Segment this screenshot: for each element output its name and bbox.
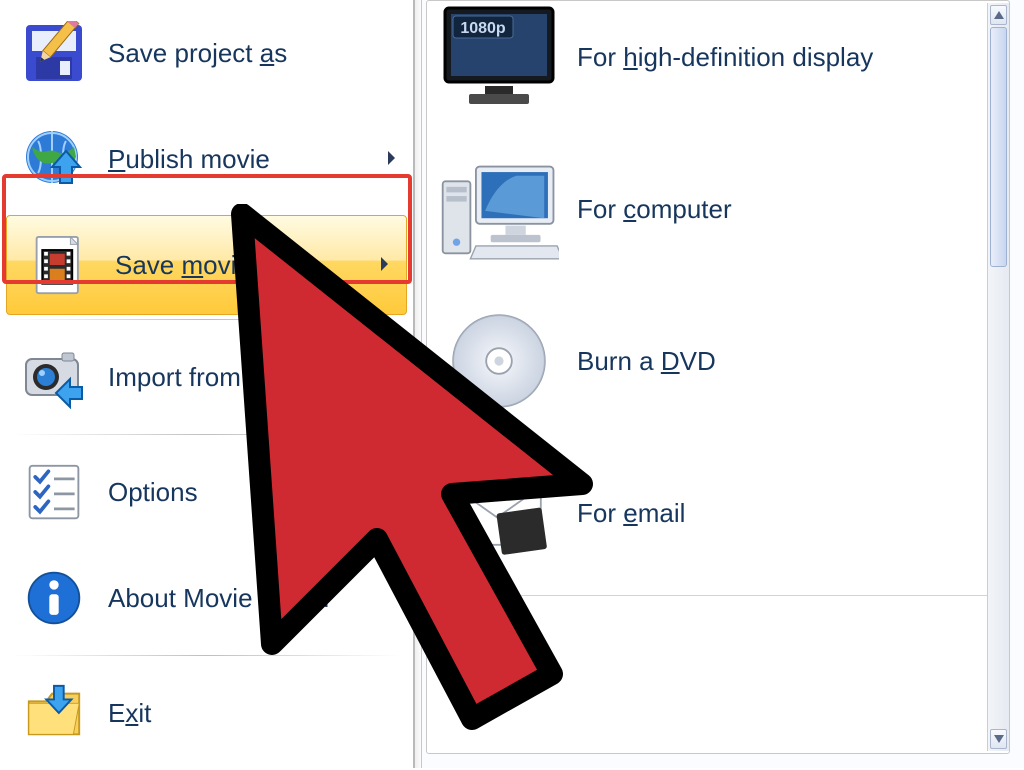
globe-up-icon <box>18 123 90 195</box>
submenu-item-email[interactable]: For email <box>427 437 1009 589</box>
scroll-thumb[interactable] <box>990 27 1007 267</box>
submenu-separator <box>437 595 999 596</box>
computer-icon <box>439 154 559 264</box>
submenu-item-label: Burn a DVD <box>577 346 716 377</box>
submenu-arrow-icon <box>380 256 392 274</box>
scroll-up-button[interactable] <box>990 5 1007 25</box>
folder-exit-icon <box>18 677 90 749</box>
menu-item-label: Save movie <box>115 250 380 281</box>
film-doc-icon <box>25 229 97 301</box>
submenu-item-burn-dvd[interactable]: Burn a DVD <box>427 285 1009 437</box>
menu-item-save-project-as[interactable]: Save project as <box>0 0 413 106</box>
submenu-scrollbar[interactable] <box>987 3 1009 751</box>
submenu-item-hd-display[interactable]: 1080p For high-definition display <box>427 0 1009 133</box>
menu-item-label: Exit <box>108 698 399 729</box>
submenu-item-computer[interactable]: For computer <box>427 133 1009 285</box>
monitor-1080p-icon: 1080p <box>439 2 559 112</box>
submenu-inner: Common settings 1080p For high-definitio… <box>426 0 1010 754</box>
camera-import-icon <box>18 341 90 413</box>
menu-item-label: Options <box>108 477 399 508</box>
menu-item-label: Save project as <box>108 38 399 69</box>
submenu-item-label: For email <box>577 498 685 529</box>
menu-separator <box>12 434 401 435</box>
menu-item-options[interactable]: Options <box>0 439 413 545</box>
submenu-item-label: For computer <box>577 194 732 225</box>
submenu-arrow-icon <box>387 150 399 168</box>
menu-separator <box>12 319 401 320</box>
svg-text:1080p: 1080p <box>460 20 506 37</box>
menu-item-publish-movie[interactable]: Publish movie <box>0 106 413 212</box>
menu-item-about[interactable]: About Movie Maker <box>0 545 413 651</box>
options-checklist-icon <box>18 456 90 528</box>
submenu-item-label: For high-definition display <box>577 42 873 73</box>
menu-item-import-from-device[interactable]: Import from device <box>0 324 413 430</box>
email-clip-icon <box>439 458 559 568</box>
application-menu: Save project as Publish movie <box>0 0 415 768</box>
menu-item-label: About Movie Maker <box>108 583 399 614</box>
menu-item-label: Publish movie <box>108 144 387 175</box>
menu-separator <box>12 655 401 656</box>
menu-item-exit[interactable]: Exit <box>0 660 413 766</box>
dvd-icon <box>439 306 559 416</box>
menu-item-save-movie[interactable]: Save movie <box>6 215 407 315</box>
scroll-down-button[interactable] <box>990 729 1007 749</box>
save-movie-submenu-panel: Common settings 1080p For high-definitio… <box>421 0 1024 768</box>
save-disk-icon <box>18 17 90 89</box>
info-icon <box>18 562 90 634</box>
menu-item-label: Import from device <box>108 362 399 393</box>
